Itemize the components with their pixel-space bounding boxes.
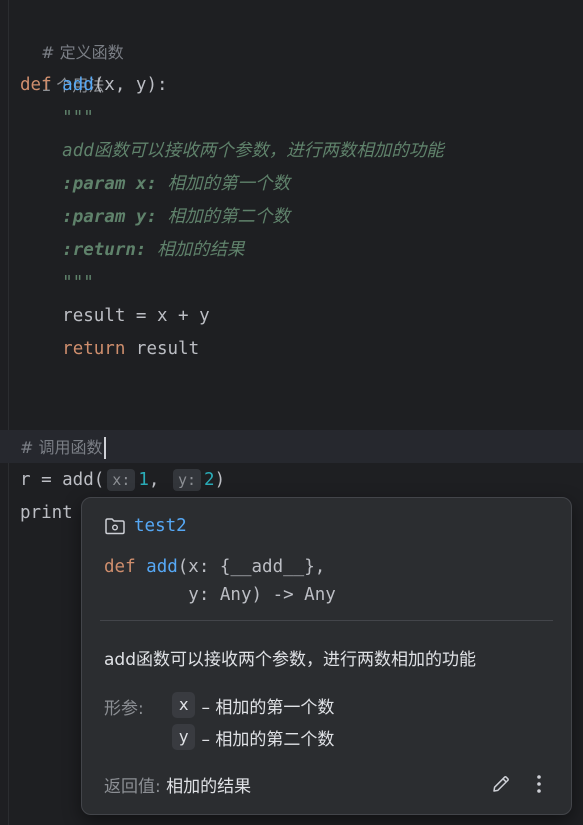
params-label: 形参:	[104, 699, 144, 719]
docstring-param-y-text: 相加的第二个数	[167, 207, 291, 227]
signature-line-2: y: Any) -> Any	[104, 585, 336, 605]
code-line-doc-return[interactable]: :return: 相加的结果	[20, 234, 245, 267]
param-description: – 相加的第二个数	[201, 729, 335, 750]
inlay-hint-x: x:	[107, 469, 136, 491]
arg-2: 2	[204, 470, 215, 490]
returns-value: 相加的结果	[166, 777, 252, 797]
docstring-open: """	[62, 108, 94, 128]
usages-hint[interactable]: 1 个用法	[20, 36, 104, 95]
param-name-chip: y	[172, 724, 196, 750]
docstring-param-y-tag: :param y:	[62, 207, 157, 227]
docstring-return-tag: :return:	[62, 240, 147, 260]
code-line-print[interactable]: print	[20, 497, 73, 530]
module-name-link[interactable]: test2	[134, 516, 187, 536]
param-description: – 相加的第一个数	[201, 697, 335, 718]
print-call: print	[20, 503, 73, 523]
docstring-param-x-tag: :param x:	[62, 174, 157, 194]
def-keyword: def	[20, 75, 52, 95]
code-line-comment-call[interactable]: # 调用函数	[20, 431, 106, 464]
return-value: result	[125, 339, 200, 359]
module-row[interactable]: test2	[104, 514, 187, 538]
code-line-doc-param-x[interactable]: :param x: 相加的第一个数	[20, 168, 290, 201]
signature-params: (x: {__add__},	[177, 557, 326, 577]
signature-function-name: add	[146, 557, 178, 577]
signature-def-keyword: def	[104, 557, 136, 577]
more-vertical-icon	[537, 775, 541, 793]
function-name: add	[62, 75, 94, 95]
arg-1: 1	[138, 470, 149, 490]
returns-label: 返回值:	[104, 777, 167, 797]
code-line-doc-open[interactable]: """	[20, 102, 94, 135]
arg-comma: ,	[148, 470, 170, 490]
docstring-param-x-text: 相加的第一个数	[167, 174, 291, 194]
docstring-close: """	[62, 273, 94, 293]
code-line-def[interactable]: def add(x, y):	[20, 69, 168, 102]
def-params: (x, y):	[93, 75, 168, 95]
docstring-description: add函数可以接收两个参数，进行两数相加的功能	[62, 141, 444, 161]
indent-guide	[8, 0, 9, 825]
returns-row: 返回值: 相加的结果	[104, 772, 251, 797]
signature-line-1: def add(x: {__add__},	[104, 554, 325, 580]
comment-call: # 调用函数	[20, 438, 103, 457]
code-line-doc-desc[interactable]: add函数可以接收两个参数，进行两数相加的功能	[20, 135, 444, 168]
return-keyword: return	[62, 339, 126, 359]
code-line-result[interactable]: result = x + y	[20, 300, 210, 333]
text-caret	[103, 437, 106, 459]
param-row-y: y – 相加的第二个数	[172, 724, 334, 750]
code-line-1[interactable]: # 定义函数	[20, 3, 124, 62]
quick-documentation-popup[interactable]: test2 def add(x: {__add__}, y: Any) -> A…	[81, 497, 572, 815]
param-name-chip: x	[172, 692, 196, 718]
result-assignment: result = x + y	[62, 306, 210, 326]
code-line-return[interactable]: return result	[20, 333, 199, 366]
doc-description: add函数可以接收两个参数，进行两数相加的功能	[104, 650, 476, 670]
folder-module-icon	[105, 518, 125, 535]
call-prefix: r = add(	[20, 470, 105, 490]
pencil-icon	[493, 776, 509, 792]
docstring-return-text: 相加的结果	[157, 240, 245, 260]
popup-divider	[100, 620, 553, 621]
inlay-hint-y: y:	[172, 469, 202, 491]
code-line-doc-close[interactable]: """	[20, 267, 94, 300]
param-row-x: x – 相加的第一个数	[172, 692, 334, 718]
call-close: )	[214, 470, 226, 490]
more-options-button[interactable]	[528, 771, 550, 797]
code-line-call[interactable]: r = add(x: 1, y: 2)	[20, 464, 225, 497]
code-line-doc-param-y[interactable]: :param y: 相加的第二个数	[20, 201, 290, 234]
edit-docstring-button[interactable]	[488, 771, 514, 797]
